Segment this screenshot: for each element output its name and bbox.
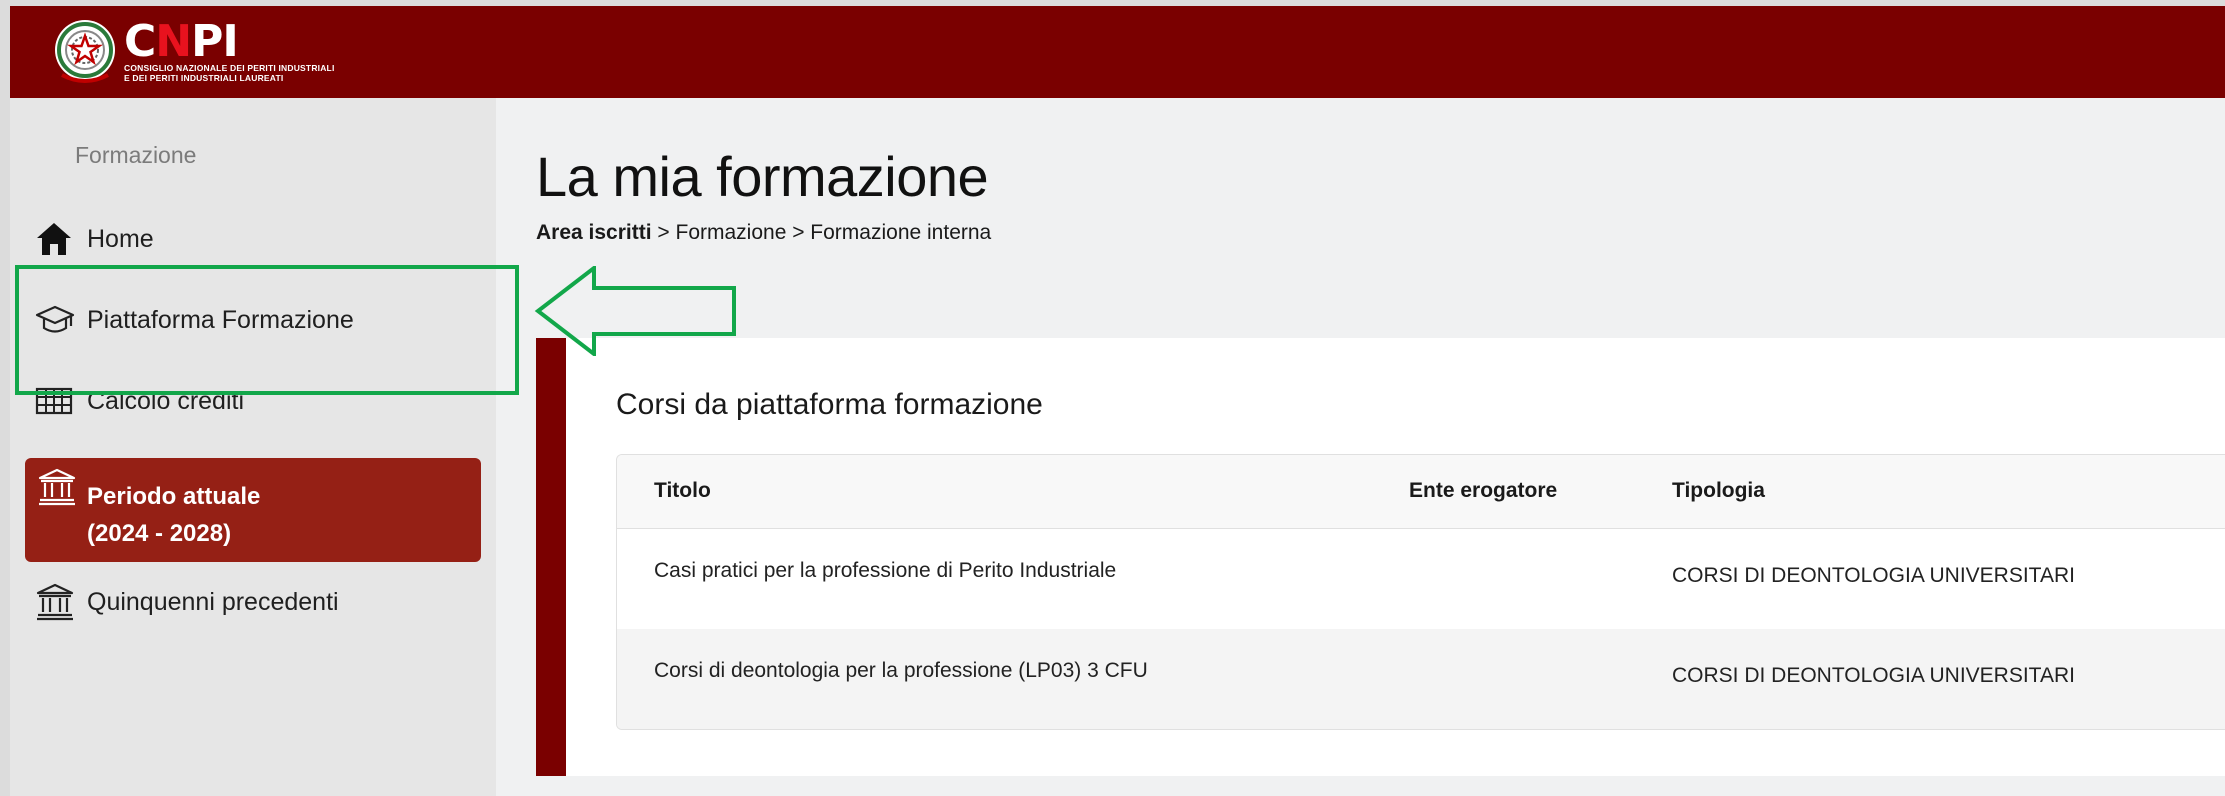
cell-tipologia: CORSI DI DEONTOLOGIA UNIVERSITARI: [1672, 564, 2075, 587]
brand-name: CNPI: [124, 16, 239, 67]
italian-emblem-icon: [55, 20, 115, 83]
sidebar-item-home[interactable]: Home: [35, 220, 154, 258]
main-content: La mia formazione Area iscritti > Formaz…: [496, 98, 2225, 796]
column-header-titolo[interactable]: Titolo: [654, 479, 711, 503]
brand-subtitle-2: E DEI PERITI INDUSTRIALI LAUREATI: [124, 73, 284, 83]
sidebar-item-periodo-attuale[interactable]: Periodo attuale (2024 - 2028): [25, 458, 481, 562]
cell-titolo: Casi pratici per la professione di Perit…: [654, 559, 1117, 582]
column-header-ente-erogatore[interactable]: Ente erogatore: [1409, 479, 1557, 503]
cell-titolo: Corsi di deontologia per la professione …: [654, 659, 1148, 682]
column-header-tipologia[interactable]: Tipologia: [1672, 479, 1765, 503]
breadcrumb-root-link[interactable]: Area iscritti: [536, 221, 652, 244]
sidebar-item-label: Periodo attuale (2024 - 2028): [87, 483, 261, 547]
sidebar-item-quinquenni-precedenti[interactable]: Quinquenni precedenti: [35, 583, 339, 621]
annotation-highlight-box: [15, 265, 519, 395]
brand-text: CNPI CONSIGLIO NAZIONALE DEI PERITI INDU…: [124, 16, 335, 84]
table-row[interactable]: Casi pratici per la professione di Perit…: [617, 529, 2225, 629]
breadcrumb: Area iscritti > Formazione > Formazione …: [536, 221, 991, 245]
breadcrumb-path: > Formazione > Formazione interna: [651, 221, 992, 244]
institution-icon: [35, 583, 75, 621]
cnpi-logo[interactable]: CNPI CONSIGLIO NAZIONALE DEI PERITI INDU…: [50, 14, 335, 90]
brand-subtitle-1: CONSIGLIO NAZIONALE DEI PERITI INDUSTRIA…: [124, 63, 335, 73]
table-row[interactable]: Corsi di deontologia per la professione …: [617, 629, 2225, 729]
table-header: Titolo Ente erogatore Tipologia: [617, 455, 2225, 529]
page-title: La mia formazione: [536, 145, 989, 208]
sidebar-section-label: Formazione: [75, 142, 197, 168]
top-header: CNPI CONSIGLIO NAZIONALE DEI PERITI INDU…: [10, 6, 2225, 98]
home-icon: [35, 220, 75, 258]
app-window: CNPI CONSIGLIO NAZIONALE DEI PERITI INDU…: [10, 6, 2225, 796]
annotation-arrow-icon: [534, 266, 736, 356]
sidebar: Formazione Home Piattaforma Formazione C…: [10, 98, 496, 796]
sidebar-item-label: Quinquenni precedenti: [87, 587, 339, 616]
courses-table: Titolo Ente erogatore Tipologia Casi pra…: [616, 454, 2225, 730]
institution-icon: [37, 468, 77, 506]
card-title: Corsi da piattaforma formazione: [616, 388, 1043, 421]
sidebar-item-label: Home: [87, 224, 154, 253]
cell-tipologia: CORSI DI DEONTOLOGIA UNIVERSITARI: [1672, 664, 2075, 687]
courses-card: Corsi da piattaforma formazione Titolo E…: [536, 338, 2225, 776]
card-accent-bar: [536, 338, 566, 776]
